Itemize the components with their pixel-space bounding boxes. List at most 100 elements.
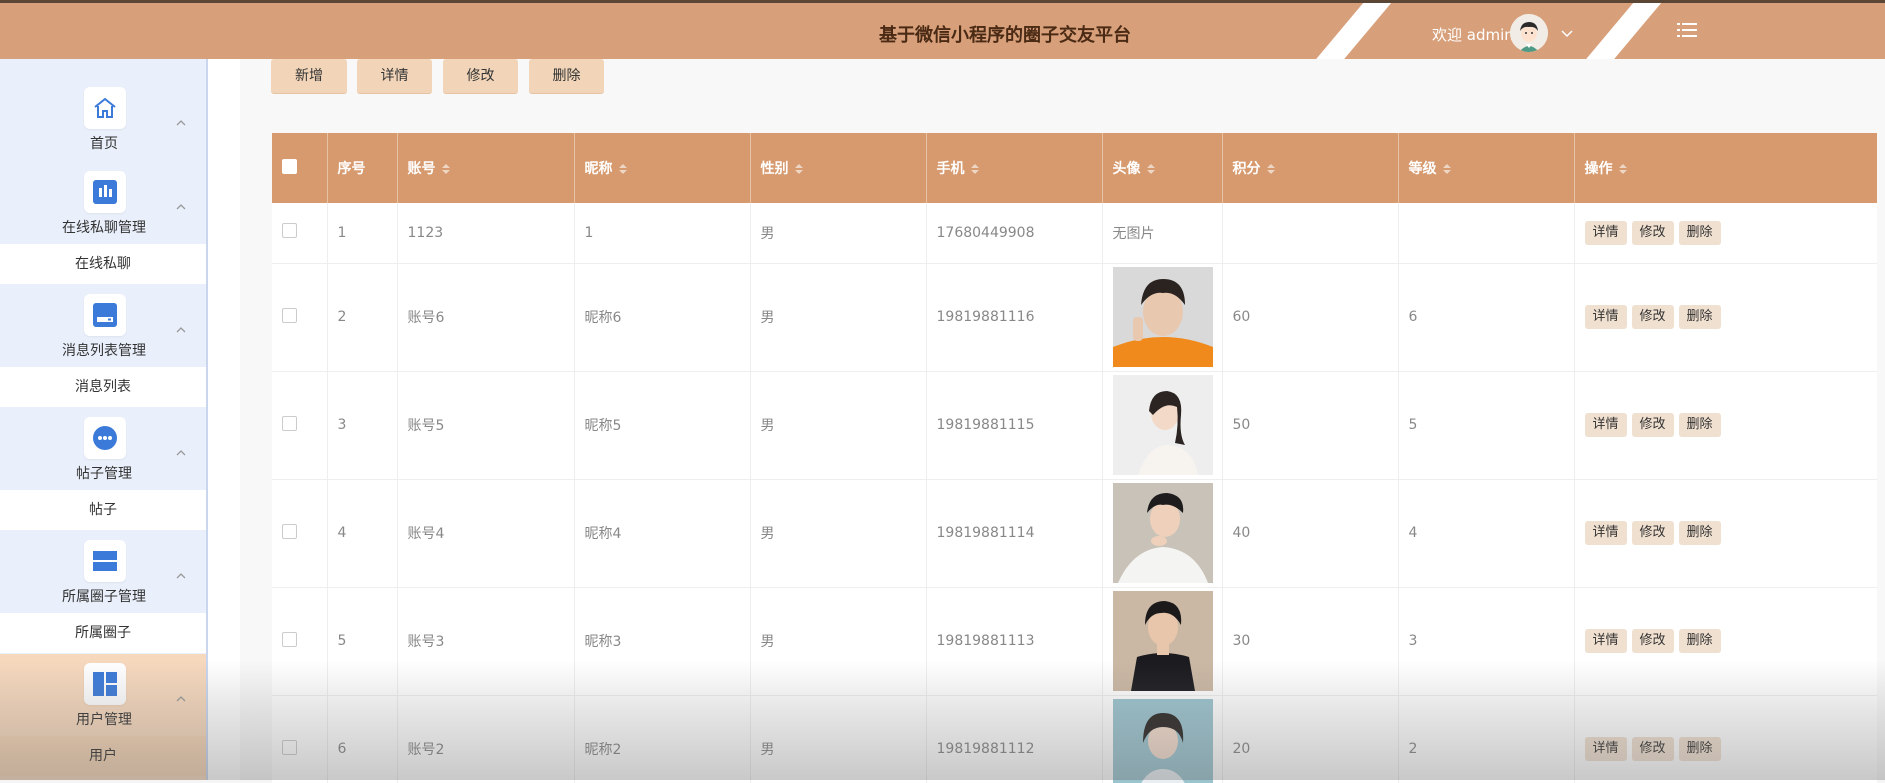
row-delete-button[interactable]: 删除 (1678, 413, 1721, 437)
column-header-nickname[interactable]: 昵称 (574, 133, 751, 203)
sort-icon[interactable] (970, 164, 979, 174)
cell-gender: 男 (750, 587, 927, 696)
cell-actions: 详情 修改 删除 (1574, 587, 1877, 696)
row-checkbox[interactable] (282, 223, 297, 239)
cell-actions: 详情 修改 删除 (1574, 263, 1877, 372)
row-delete-button[interactable]: 删除 (1678, 521, 1721, 545)
cell-points: 20 (1222, 695, 1399, 783)
cell-phone: 19819881115 (926, 371, 1103, 480)
column-header-points[interactable]: 积分 (1222, 133, 1399, 203)
sidebar-item-label: 在线私聊管理 (62, 220, 146, 236)
cell-phone: 19819881113 (926, 587, 1103, 696)
column-header-gender[interactable]: 性别 (750, 133, 927, 203)
row-detail-button[interactable]: 详情 (1584, 521, 1627, 545)
delete-button[interactable]: 删除 (529, 59, 604, 94)
chevron-down-icon[interactable] (1559, 25, 1575, 41)
row-edit-button[interactable]: 修改 (1631, 521, 1674, 545)
sort-icon[interactable] (1146, 164, 1155, 174)
sort-icon[interactable] (1266, 164, 1275, 174)
cell-level: 3 (1398, 587, 1575, 696)
row-edit-button[interactable]: 修改 (1631, 737, 1674, 761)
user-table: 序号 账号 昵称 性别 手机 头像 积分 等级 操作 1 1123 1 男 17… (272, 133, 1877, 783)
select-all-cell (272, 133, 328, 203)
sidebar-item-home[interactable]: 首页 (0, 59, 206, 156)
sidebar-item-user-management[interactable]: 用户管理 用户 (0, 654, 206, 780)
sort-icon[interactable] (618, 164, 627, 174)
table-row[interactable]: 1 1123 1 男 17680449908 无图片 详情 修改 删除 (272, 203, 1877, 264)
chevron-up-icon (176, 204, 186, 210)
column-header-level[interactable]: 等级 (1398, 133, 1575, 203)
sort-icon[interactable] (1618, 164, 1627, 174)
home-icon (84, 87, 126, 129)
cell-nickname: 昵称2 (574, 695, 751, 783)
cell-account: 账号3 (397, 587, 575, 696)
row-edit-button[interactable]: 修改 (1631, 629, 1674, 653)
sidebar-item-label: 所属圈子管理 (62, 589, 146, 605)
row-checkbox[interactable] (282, 739, 297, 755)
column-header-phone[interactable]: 手机 (926, 133, 1103, 203)
avatar-photo[interactable] (1112, 591, 1213, 691)
row-detail-button[interactable]: 详情 (1584, 737, 1627, 761)
sidebar-item-chat-management[interactable]: 在线私聊管理 (0, 171, 206, 243)
column-header-avatar[interactable]: 头像 (1102, 133, 1223, 203)
cell-index: 2 (327, 263, 398, 372)
detail-button[interactable]: 详情 (357, 59, 432, 94)
cell-nickname: 昵称4 (574, 479, 751, 588)
cell-actions: 详情 修改 删除 (1574, 371, 1877, 480)
sidebar-item-circle-management[interactable]: 所属圈子管理 (0, 540, 206, 612)
row-delete-button[interactable]: 删除 (1678, 737, 1721, 761)
avatar-photo[interactable] (1112, 699, 1213, 783)
sidebar-item-post-management[interactable]: 帖子管理 (0, 417, 206, 489)
table-row[interactable]: 4 账号4 昵称4 男 19819881114 40 4 详情 修改 删除 (272, 479, 1877, 588)
row-detail-button[interactable]: 详情 (1584, 629, 1627, 653)
sort-icon[interactable] (441, 164, 450, 174)
table-row[interactable]: 3 账号5 昵称5 男 19819881115 50 5 详情 修改 删除 (272, 371, 1877, 480)
sort-icon[interactable] (794, 164, 803, 174)
cell-actions: 详情 修改 删除 (1574, 695, 1877, 783)
sidebar-subitem-circles[interactable]: 所属圈子 (0, 613, 206, 653)
row-detail-button[interactable]: 详情 (1584, 305, 1627, 329)
menu-icon[interactable] (1677, 21, 1697, 39)
avatar-photo[interactable] (1112, 483, 1213, 583)
row-edit-button[interactable]: 修改 (1631, 413, 1674, 437)
edit-button[interactable]: 修改 (443, 59, 518, 94)
row-checkbox[interactable] (282, 307, 297, 323)
row-delete-button[interactable]: 删除 (1678, 629, 1721, 653)
table-header-row: 序号 账号 昵称 性别 手机 头像 积分 等级 操作 (272, 133, 1877, 203)
sidebar-item-message-management[interactable]: 消息列表管理 (0, 294, 206, 366)
dashboard-icon (84, 663, 126, 705)
cell-gender: 男 (750, 263, 927, 372)
row-detail-button[interactable]: 详情 (1584, 413, 1627, 437)
column-header-account[interactable]: 账号 (397, 133, 575, 203)
user-avatar-icon[interactable] (1510, 14, 1548, 52)
column-header-index[interactable]: 序号 (327, 133, 398, 203)
sidebar-subitem-messages[interactable]: 消息列表 (0, 367, 206, 407)
avatar-photo[interactable] (1112, 375, 1213, 475)
table-row[interactable]: 2 账号6 昵称6 男 19819881116 60 6 详情 修改 删除 (272, 263, 1877, 372)
sidebar-subitem-chat[interactable]: 在线私聊 (0, 244, 206, 284)
table-row[interactable]: 6 账号2 昵称2 男 19819881112 20 2 详情 修改 删除 (272, 695, 1877, 783)
cell-avatar (1102, 371, 1223, 480)
sidebar: 首页 在线私聊管理 在线私聊 消息列表管理 消息列表 帖子管理 帖子 所属圈子管… (0, 59, 208, 780)
row-edit-button[interactable]: 修改 (1631, 220, 1674, 245)
row-delete-button[interactable]: 删除 (1678, 220, 1721, 245)
row-checkbox[interactable] (282, 631, 297, 647)
table-row[interactable]: 5 账号3 昵称3 男 19819881113 30 3 详情 修改 删除 (272, 587, 1877, 696)
cell-points: 30 (1222, 587, 1399, 696)
avatar-photo[interactable] (1112, 267, 1213, 367)
select-all-checkbox[interactable] (282, 158, 297, 174)
cell-account: 1123 (397, 203, 575, 264)
sort-icon[interactable] (1442, 164, 1451, 174)
add-button[interactable]: 新增 (271, 59, 347, 94)
sidebar-item-label: 用户管理 (76, 712, 132, 728)
cell-points: 60 (1222, 263, 1399, 372)
drive-icon (84, 294, 126, 336)
row-delete-button[interactable]: 删除 (1678, 305, 1721, 329)
row-edit-button[interactable]: 修改 (1631, 305, 1674, 329)
sidebar-subitem-users[interactable]: 用户 (0, 736, 206, 776)
row-detail-button[interactable]: 详情 (1584, 220, 1627, 245)
row-checkbox[interactable] (282, 415, 297, 431)
cell-level: 5 (1398, 371, 1575, 480)
row-checkbox[interactable] (282, 523, 297, 539)
sidebar-subitem-posts[interactable]: 帖子 (0, 490, 206, 530)
